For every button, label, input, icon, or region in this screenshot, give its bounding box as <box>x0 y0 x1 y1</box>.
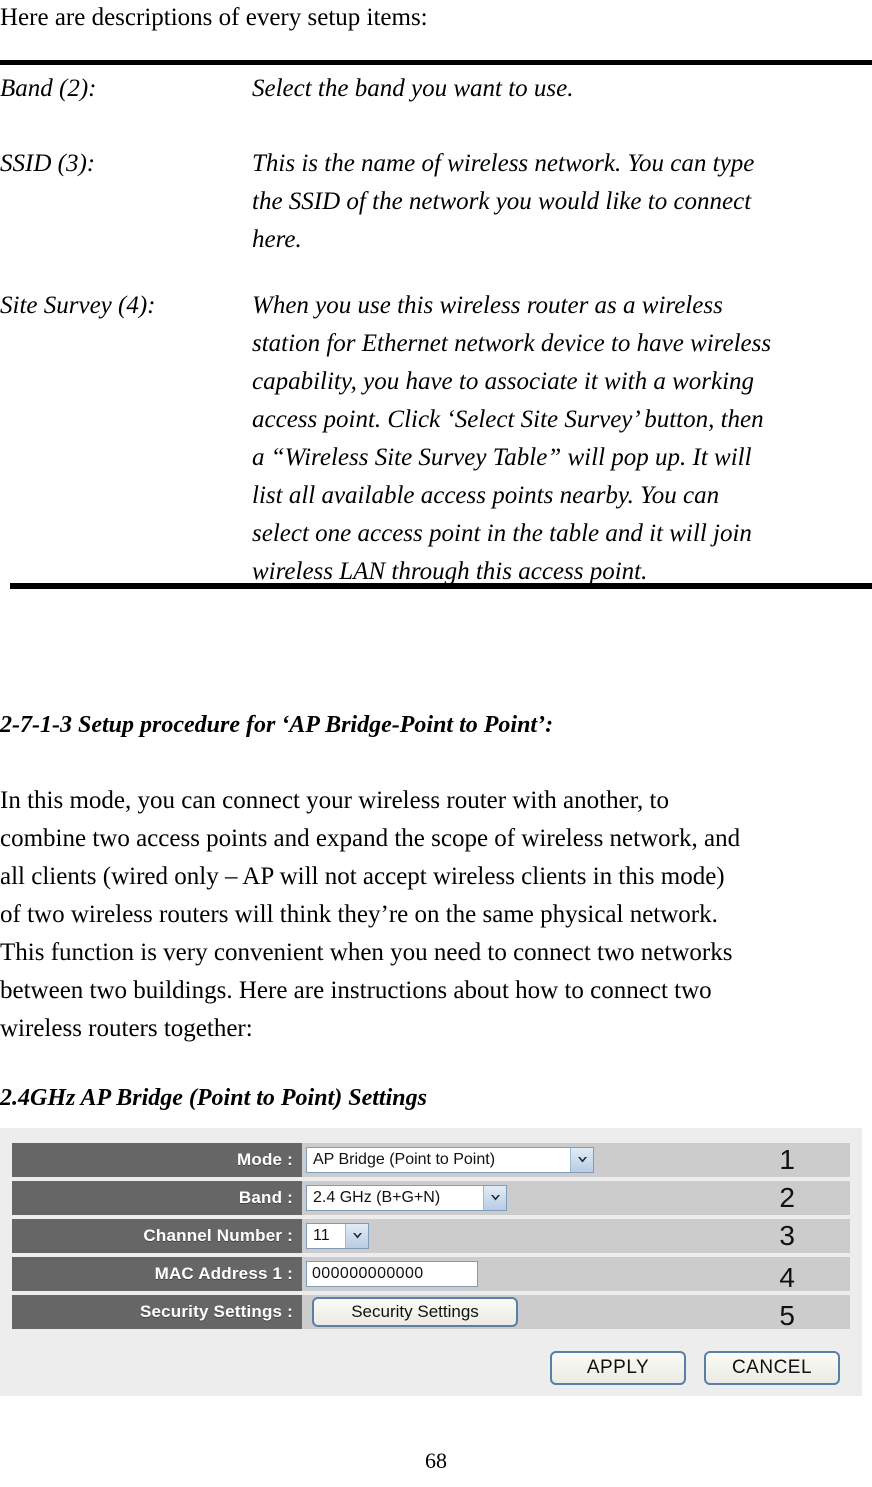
definition-description: When you use this wireless router as a w… <box>252 287 872 591</box>
annotation-number-2: 2 <box>779 1182 795 1213</box>
row-value-channel-number: 11 3 <box>302 1219 850 1253</box>
paragraph-line: between two buildings. Here are instruct… <box>0 977 712 1004</box>
definition-description: Select the band you want to use. <box>252 70 872 108</box>
definition-line: capability, you have to associate it wit… <box>252 368 755 395</box>
intro-text: Here are descriptions of every setup ite… <box>0 4 428 31</box>
section-heading: 2-7-1-3 Setup procedure for ‘AP Bridge-P… <box>0 712 554 738</box>
settings-row-band: Band : 2.4 GHz (B+G+N) 2 <box>12 1181 850 1215</box>
settings-row-security-settings: Security Settings : Security Settings 5 <box>12 1295 850 1332</box>
panel-action-bar: APPLY CANCEL <box>12 1348 850 1388</box>
row-value-mode: AP Bridge (Point to Point) 1 <box>302 1143 850 1177</box>
channel-number-select[interactable]: 11 <box>306 1223 369 1249</box>
section-paragraph: In this mode, you can connect your wirel… <box>0 782 872 1048</box>
definition-term: Band (2): <box>0 75 97 102</box>
paragraph-line: combine two access points and expand the… <box>0 825 741 852</box>
band-select-value: 2.4 GHz (B+G+N) <box>313 1189 441 1206</box>
row-value-band: 2.4 GHz (B+G+N) 2 <box>302 1181 850 1215</box>
row-label-mode: Mode : <box>12 1143 302 1177</box>
channel-number-select-value: 11 <box>313 1227 330 1244</box>
annotation-number-1: 1 <box>779 1144 795 1175</box>
row-value-mac-address: 000000000000 4 <box>302 1257 850 1294</box>
definition-line: a “Wireless Site Survey Table” will pop … <box>252 444 752 471</box>
mode-select-value: AP Bridge (Point to Point) <box>313 1151 496 1168</box>
settings-panel: Mode : AP Bridge (Point to Point) 1 Band… <box>0 1128 862 1396</box>
mac-address-input[interactable]: 000000000000 <box>306 1261 478 1287</box>
definition-line: access point. Click ‘Select Site Survey’… <box>252 406 764 433</box>
paragraph-line: all clients (wired only – AP will not ac… <box>0 863 725 890</box>
annotation-number-3: 3 <box>779 1220 795 1251</box>
paragraph-line: of two wireless routers will think they’… <box>0 901 718 928</box>
mode-select[interactable]: AP Bridge (Point to Point) <box>306 1147 594 1173</box>
definition-line: list all available access points nearby.… <box>252 482 720 509</box>
row-label-security-settings: Security Settings : <box>12 1295 302 1329</box>
definition-line: Select the band you want to use. <box>252 75 574 102</box>
definition-line: the SSID of the network you would like t… <box>252 188 752 215</box>
row-label-band: Band : <box>12 1181 302 1215</box>
definition-term: SSID (3): <box>0 150 96 177</box>
definition-line: here. <box>252 226 302 253</box>
annotation-number-4: 4 <box>779 1262 795 1294</box>
row-label-mac-address: MAC Address 1 : <box>12 1257 302 1291</box>
security-settings-button[interactable]: Security Settings <box>312 1297 518 1327</box>
row-label-channel-number: Channel Number : <box>12 1219 302 1253</box>
chevron-down-icon <box>483 1186 506 1210</box>
definition-line: This is the name of wireless network. Yo… <box>252 150 755 177</box>
definition-line: When you use this wireless router as a w… <box>252 292 723 319</box>
settings-row-channel-number: Channel Number : 11 3 <box>12 1219 850 1253</box>
definition-line: station for Ethernet network device to h… <box>252 330 772 357</box>
definition-description: This is the name of wireless network. Yo… <box>252 145 872 259</box>
document-page: Here are descriptions of every setup ite… <box>0 0 872 1487</box>
settings-row-mac-address: MAC Address 1 : 000000000000 4 <box>12 1257 850 1294</box>
row-value-security-settings: Security Settings 5 <box>302 1295 850 1332</box>
settings-subheading: 2.4GHz AP Bridge (Point to Point) Settin… <box>0 1085 427 1111</box>
apply-button[interactable]: APPLY <box>550 1351 686 1385</box>
paragraph-line: This function is very convenient when yo… <box>0 939 733 966</box>
settings-row-mode: Mode : AP Bridge (Point to Point) 1 <box>12 1143 850 1177</box>
page-number: 68 <box>425 1448 447 1473</box>
divider-top <box>0 60 872 65</box>
chevron-down-icon <box>345 1224 368 1248</box>
definition-line: select one access point in the table and… <box>252 520 752 547</box>
band-select[interactable]: 2.4 GHz (B+G+N) <box>306 1185 507 1211</box>
annotation-number-5: 5 <box>779 1300 795 1332</box>
paragraph-line: In this mode, you can connect your wirel… <box>0 787 669 814</box>
divider-bottom <box>10 583 872 589</box>
definition-term: Site Survey (4): <box>0 292 156 319</box>
cancel-button[interactable]: CANCEL <box>704 1351 840 1385</box>
paragraph-line: wireless routers together: <box>0 1015 253 1042</box>
chevron-down-icon <box>570 1148 593 1172</box>
